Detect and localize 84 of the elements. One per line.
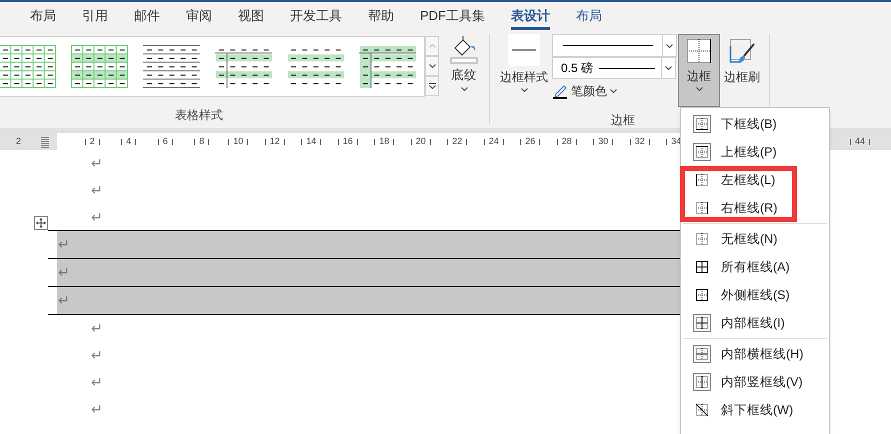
ruler-number: 12	[270, 134, 280, 148]
table-move-handle-icon[interactable]	[34, 216, 48, 230]
caret-icon	[696, 87, 702, 91]
ruler-number: 22	[452, 134, 462, 148]
paragraph-mark: ↵	[91, 319, 103, 338]
pen-icon	[552, 83, 568, 99]
ruler-number: 2	[90, 134, 95, 148]
border-icon	[693, 115, 711, 133]
menu-item[interactable]: 内部横框线(H)	[683, 340, 827, 368]
table-style-icon[interactable]	[0, 44, 57, 88]
paragraph-mark: ↵	[91, 181, 103, 200]
border-grid-icon	[685, 37, 713, 65]
paragraph-mark: ↵	[91, 400, 103, 419]
menu-item[interactable]: 内部竖框线(V)	[683, 368, 827, 396]
ruler-number: 4	[126, 134, 132, 148]
border-icon	[693, 230, 711, 248]
border-icon	[693, 171, 711, 189]
ruler-number: 18	[379, 134, 390, 148]
ribbon-tab[interactable]: 布局	[576, 2, 602, 30]
ribbon-tab[interactable]: 视图	[238, 2, 264, 30]
more-styles-button[interactable]	[425, 76, 439, 96]
paragraph-mark: ↵	[91, 208, 103, 226]
paragraph-mark: ↵	[91, 346, 103, 365]
ribbon-tab[interactable]: 开发工具	[290, 2, 342, 30]
ribbon-tab[interactable]: 布局	[30, 2, 56, 30]
indent-marker-icon	[41, 136, 50, 148]
ruler-number: 8	[199, 134, 204, 148]
border-icon	[693, 143, 711, 161]
ruler-number: 14	[306, 134, 316, 148]
ruler-number: 32	[634, 134, 645, 148]
paragraph-mark: ↵	[91, 373, 103, 392]
border-styles-button[interactable]: 边框样式	[498, 34, 550, 92]
ruler-number: 34	[671, 134, 682, 148]
ruler-number: 2	[16, 134, 22, 148]
ruler-number: 16	[342, 134, 353, 148]
paragraph-mark: ↵	[91, 154, 103, 173]
table-style-icon[interactable]	[359, 44, 417, 88]
menu-item[interactable]: 右框线(R)	[683, 194, 827, 222]
shading-button[interactable]: 底纹	[447, 34, 481, 91]
table-style-icon[interactable]	[143, 44, 201, 88]
scroll-down-button[interactable]	[425, 56, 439, 76]
group-label: 边框	[611, 112, 635, 129]
menu-item[interactable]: 斜下框线(W)	[683, 396, 827, 424]
brush-icon	[727, 36, 757, 66]
line-sample-icon	[508, 34, 540, 66]
ribbon-tab[interactable]: 引用	[82, 2, 108, 30]
caret-icon	[610, 89, 617, 93]
menu-item[interactable]: 上框线(P)	[683, 138, 827, 166]
caret-icon	[428, 85, 436, 89]
ribbon-tab[interactable]: PDF工具集	[420, 2, 485, 30]
border-icon	[693, 199, 711, 217]
border-icon	[693, 401, 711, 419]
caret-up-icon	[428, 44, 436, 48]
border-icon	[693, 314, 711, 332]
caret-icon	[520, 88, 528, 92]
ribbon-tab[interactable]: 邮件	[134, 2, 160, 30]
menu-item[interactable]: 左框线(L)	[683, 166, 827, 194]
line-weight-dropdown[interactable]: 0.5 磅	[552, 57, 676, 79]
menu-item[interactable]: 下框线(B)	[683, 110, 827, 138]
border-icon	[693, 286, 711, 304]
ruler-number: 28	[562, 134, 572, 148]
caret-icon	[460, 86, 468, 91]
caret-icon	[428, 64, 436, 68]
ruler-number: 24	[488, 134, 499, 148]
ribbon-tab[interactable]: 帮助	[368, 2, 394, 30]
ruler-number: 6	[162, 134, 168, 148]
ruler-number: 44	[855, 134, 866, 148]
caret-icon	[666, 44, 673, 48]
group-label: 表格样式	[175, 107, 223, 124]
table-style-icon[interactable]	[71, 44, 129, 88]
border-icon	[693, 373, 711, 391]
pen-color-button[interactable]: 笔颜色	[552, 82, 677, 100]
ruler-number: 20	[416, 134, 426, 148]
line-style-dropdown[interactable]	[552, 34, 677, 57]
paint-bucket-icon	[449, 34, 479, 64]
ruler-number: 10	[233, 134, 244, 148]
border-painter-button[interactable]: 边框刷	[722, 34, 762, 86]
borders-button[interactable]: 边框	[678, 34, 720, 107]
border-icon	[693, 345, 711, 363]
border-icon	[693, 258, 711, 276]
ruler-number: 30	[598, 134, 608, 148]
ruler-number: 26	[525, 134, 536, 148]
ribbon-tab[interactable]: 审阅	[186, 2, 212, 30]
caret-icon	[665, 66, 672, 70]
